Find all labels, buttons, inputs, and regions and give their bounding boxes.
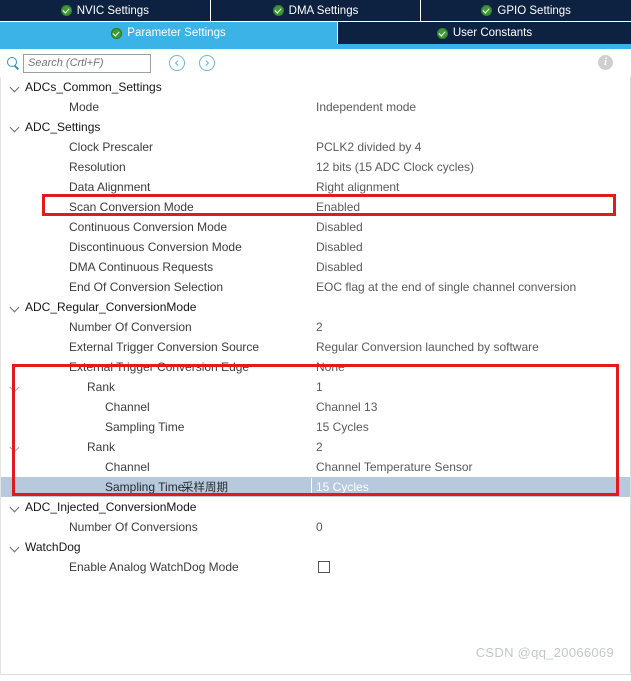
tab-nvic-settings[interactable]: NVIC Settings xyxy=(0,0,211,21)
tab-label: DMA Settings xyxy=(288,4,359,17)
tab-user-constants[interactable]: User Constants xyxy=(338,22,631,44)
tree-row-scan-conversion-mode[interactable]: Scan Conversion Mode Enabled xyxy=(1,197,630,217)
search-toolbar: i xyxy=(0,49,631,77)
tab-label: GPIO Settings xyxy=(497,4,571,17)
tree-row-dma-continuous-requests[interactable]: DMA Continuous Requests Disabled xyxy=(1,257,630,277)
search-icon xyxy=(6,56,20,70)
tree-row-rank-2-channel[interactable]: Channel Channel Temperature Sensor xyxy=(1,457,630,477)
parameter-rows: ADCs_Common_Settings Mode Independent mo… xyxy=(1,77,630,577)
chevron-down-icon[interactable] xyxy=(9,381,21,393)
tab-gpio-settings[interactable]: GPIO Settings xyxy=(421,0,631,21)
tab-label: Parameter Settings xyxy=(127,27,226,39)
watermark: CSDN @qq_20066069 xyxy=(475,645,614,660)
tree-row-rank-1-sampling-time[interactable]: Sampling Time 15 Cycles xyxy=(1,417,630,437)
info-icon[interactable]: i xyxy=(598,55,613,70)
check-circle-icon xyxy=(272,5,284,16)
check-circle-icon xyxy=(481,5,493,16)
tree-group-watchdog[interactable]: WatchDog xyxy=(1,537,630,557)
adc-parameter-settings-window: NVIC Settings DMA Settings GPIO Settings… xyxy=(0,0,631,681)
chevron-down-icon[interactable] xyxy=(9,501,21,513)
tab-parameter-settings[interactable]: Parameter Settings xyxy=(0,22,338,44)
tree-group-adc-regular-conversionmode[interactable]: ADC_Regular_ConversionMode xyxy=(1,297,630,317)
tab-label: User Constants xyxy=(452,27,533,39)
tree-row-enable-analog-watchdog-mode[interactable]: Enable Analog WatchDog Mode xyxy=(1,557,630,577)
check-circle-icon xyxy=(60,5,72,16)
enable-analog-watchdog-checkbox[interactable] xyxy=(318,561,330,573)
check-circle-icon xyxy=(436,27,448,39)
chevron-down-icon[interactable] xyxy=(9,301,21,313)
tree-group-adc-settings[interactable]: ADC_Settings xyxy=(1,117,630,137)
tree-row-external-trigger-conversion-edge[interactable]: External Trigger Conversion Edge None xyxy=(1,357,630,377)
chevron-down-icon[interactable] xyxy=(9,541,21,553)
tree-row-resolution[interactable]: Resolution 12 bits (15 ADC Clock cycles) xyxy=(1,157,630,177)
parameter-tree-panel: ADCs_Common_Settings Mode Independent mo… xyxy=(0,77,631,675)
tree-row-rank-1[interactable]: Rank 1 xyxy=(1,377,630,397)
annotation-note-sampling-period: 采样周期 xyxy=(182,480,228,494)
tree-row-discontinuous-conversion-mode[interactable]: Discontinuous Conversion Mode Disabled xyxy=(1,237,630,257)
tab-dma-settings[interactable]: DMA Settings xyxy=(210,0,422,21)
tree-row-number-of-conversions[interactable]: Number Of Conversions 0 xyxy=(1,517,630,537)
tree-row-continuous-conversion-mode[interactable]: Continuous Conversion Mode Disabled xyxy=(1,217,630,237)
tree-row-rank-2-sampling-time[interactable]: Sampling Time 采样周期 15 Cycles xyxy=(1,477,630,497)
selection-divider xyxy=(311,478,312,496)
navigate-forward-icon[interactable] xyxy=(199,55,215,71)
tree-row-number-of-conversion[interactable]: Number Of Conversion 2 xyxy=(1,317,630,337)
tree-row-mode[interactable]: Mode Independent mode xyxy=(1,97,630,117)
peripheral-tab-bar: NVIC Settings DMA Settings GPIO Settings xyxy=(0,0,631,22)
tree-row-external-trigger-conversion-source[interactable]: External Trigger Conversion Source Regul… xyxy=(1,337,630,357)
tree-row-data-alignment[interactable]: Data Alignment Right alignment xyxy=(1,177,630,197)
tree-row-clock-prescaler[interactable]: Clock Prescaler PCLK2 divided by 4 xyxy=(1,137,630,157)
tree-group-adcs-common-settings[interactable]: ADCs_Common_Settings xyxy=(1,77,630,97)
navigate-back-icon[interactable] xyxy=(169,55,185,71)
settings-tab-bar: Parameter Settings User Constants xyxy=(0,22,631,44)
chevron-down-icon[interactable] xyxy=(9,81,21,93)
tree-row-rank-1-channel[interactable]: Channel Channel 13 xyxy=(1,397,630,417)
tree-row-rank-2[interactable]: Rank 2 xyxy=(1,437,630,457)
tree-group-adc-injected-conversionmode[interactable]: ADC_Injected_ConversionMode xyxy=(1,497,630,517)
chevron-down-icon[interactable] xyxy=(9,121,21,133)
check-circle-icon xyxy=(111,27,123,39)
tree-row-end-of-conversion-selection[interactable]: End Of Conversion Selection EOC flag at … xyxy=(1,277,630,297)
tab-label: NVIC Settings xyxy=(76,4,149,17)
search-input[interactable] xyxy=(23,53,151,73)
chevron-down-icon[interactable] xyxy=(9,441,21,453)
